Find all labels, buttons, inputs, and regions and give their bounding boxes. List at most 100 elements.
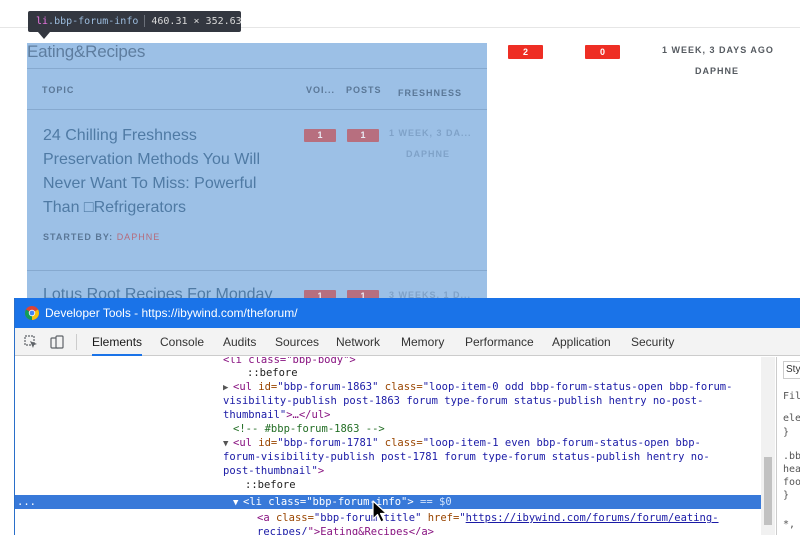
tab-memory[interactable]: Memory bbox=[401, 328, 444, 356]
tooltip-dimensions: 460.31 × 352.63 bbox=[151, 16, 242, 27]
dom-comment: <!-- #bbp-forum-1863 --> bbox=[233, 423, 385, 435]
attr-value: "bbp-forum-1863" bbox=[277, 381, 379, 393]
column-topic: TOPIC bbox=[42, 85, 75, 95]
selected-node-content: ▼ <li class="bbp-forum-info"> == $0 bbox=[233, 495, 452, 510]
attr-value: thumbnail" bbox=[223, 409, 287, 421]
dom-node-line[interactable]: <a class="bbp-forum-title" href="https:/… bbox=[257, 511, 719, 525]
attr-name: id= bbox=[251, 437, 278, 449]
attr-value: "bbp-forum-title" bbox=[313, 512, 422, 524]
inspect-tooltip: li.bbp-forum-info 460.31 × 352.63 bbox=[28, 11, 242, 32]
tab-network[interactable]: Network bbox=[336, 328, 380, 356]
attr-value: visibility-publish post-1863 forum type-… bbox=[223, 395, 704, 407]
console-ref: == $0 bbox=[413, 496, 452, 508]
style-rule-text: *, bbox=[783, 519, 796, 530]
collapse-arrow-icon[interactable]: ▼ bbox=[233, 496, 243, 510]
dom-tag: <li class="bbp-body"> bbox=[223, 357, 356, 366]
dom-node-line: thumbnail">…</ul> bbox=[223, 408, 330, 422]
attr-value: "bbp-forum-1781" bbox=[277, 437, 379, 449]
tab-elements[interactable]: Elements bbox=[92, 328, 143, 356]
attr-value: "bbp-forum-info" bbox=[306, 496, 408, 508]
tab-console[interactable]: Console bbox=[160, 328, 204, 356]
tab-security[interactable]: Security bbox=[631, 328, 674, 356]
started-by-label: STARTED BY: bbox=[43, 232, 114, 242]
device-toolbar-icon[interactable] bbox=[50, 335, 64, 349]
topic-post-count: 1 bbox=[347, 129, 379, 142]
style-rule-text: hea bbox=[783, 464, 800, 475]
dom-selected-node[interactable]: ... ▼ <li class="bbp-forum-info"> == $0 bbox=[15, 495, 761, 509]
topic-freshness-link[interactable]: 1 WEEK, 3 DA... bbox=[389, 128, 472, 138]
tab-performance[interactable]: Performance bbox=[465, 328, 534, 356]
style-rule-text: } bbox=[783, 490, 790, 501]
attr-value: "loop-item-1 even bbp-forum-status-open … bbox=[422, 437, 701, 449]
topic-started-by: STARTED BY: DAPHNE bbox=[43, 232, 160, 242]
dom-tag: <li bbox=[243, 496, 262, 508]
inspect-element-icon[interactable] bbox=[24, 335, 38, 349]
collapse-arrow-icon[interactable]: ▼ bbox=[223, 437, 233, 451]
dom-node-line: recipes/">Eating&Recipes</a> bbox=[257, 525, 434, 535]
chrome-logo-icon bbox=[25, 306, 39, 320]
forum-topic-count-badge: 2 bbox=[508, 45, 543, 59]
dom-node-line: forum-visibility-publish post-1781 forum… bbox=[223, 450, 710, 464]
forum-freshness-user[interactable]: DAPHNE bbox=[695, 66, 739, 76]
attr-name: class= bbox=[378, 437, 423, 449]
tab-sources[interactable]: Sources bbox=[275, 328, 319, 356]
style-rule-text: } bbox=[783, 427, 790, 438]
topics-table-header: TOPIC VOI... POSTS FRESHNESS bbox=[27, 68, 487, 110]
column-posts: POSTS bbox=[346, 85, 382, 95]
attr-value: "loop-item-0 odd bbp-forum-status-open b… bbox=[422, 381, 733, 393]
tooltip-arrow bbox=[38, 32, 50, 39]
attr-name: href= bbox=[421, 512, 460, 524]
dom-tag: <a bbox=[257, 512, 270, 524]
forum-freshness-link[interactable]: 1 WEEK, 3 DAYS AGO bbox=[662, 45, 774, 55]
tab-audits[interactable]: Audits bbox=[223, 328, 256, 356]
dom-tag: <ul bbox=[233, 381, 252, 393]
browser-viewport: Eating&Recipes TOPIC VOI... POSTS FRESHN… bbox=[0, 0, 800, 535]
styles-tab[interactable]: Sty bbox=[783, 361, 800, 379]
attr-name: id= bbox=[251, 381, 278, 393]
style-rule-text: .bb bbox=[783, 451, 800, 462]
devtools-window: Developer Tools - https://ibywind.com/th… bbox=[14, 298, 800, 535]
tooltip-tag: li bbox=[36, 16, 49, 27]
dom-comment-line[interactable]: <!-- #bbp-forum-1863 --> bbox=[233, 422, 385, 436]
dom-pseudo-before[interactable]: ::before bbox=[245, 478, 296, 492]
tab-bar-divider bbox=[76, 334, 77, 350]
devtools-title-bar: Developer Tools - https://ibywind.com/th… bbox=[15, 298, 800, 328]
style-rule-text: ele bbox=[783, 413, 800, 424]
topic-title-link[interactable]: 24 Chilling Freshness Preservation Metho… bbox=[43, 124, 283, 220]
devtools-window-title: Developer Tools - https://ibywind.com/th… bbox=[45, 306, 298, 320]
dom-tag: <ul bbox=[233, 437, 252, 449]
pseudo-element: ::before bbox=[247, 367, 298, 379]
dom-tag: > bbox=[317, 465, 325, 477]
scrollbar-thumb[interactable] bbox=[764, 457, 772, 525]
dom-tag: >…</ul> bbox=[286, 409, 331, 421]
more-actions-ellipsis-icon[interactable]: ... bbox=[17, 495, 36, 509]
forum-title-link[interactable]: Eating&Recipes bbox=[27, 42, 145, 62]
tab-application[interactable]: Application bbox=[552, 328, 611, 356]
tooltip-separator bbox=[144, 15, 146, 27]
topic-voice-count: 1 bbox=[304, 129, 336, 142]
topic-author-link[interactable]: DAPHNE bbox=[117, 232, 161, 242]
dom-node-line: visibility-publish post-1863 forum type-… bbox=[223, 394, 703, 408]
tooltip-class: .bbp-forum-info bbox=[48, 16, 139, 27]
dom-node-line[interactable]: ▶ <ul id="bbp-forum-1863" class="loop-ite… bbox=[223, 380, 732, 394]
expand-arrow-icon[interactable]: ▶ bbox=[223, 381, 233, 395]
devtools-tab-bar: Elements Console Audits Sources Network … bbox=[15, 328, 800, 356]
styles-sidebar: Sty Filte ele } .bb hea foo } *, bbox=[776, 357, 800, 535]
dom-tag: ">Eating&Recipes</a> bbox=[307, 526, 435, 535]
column-freshness: FRESHNESS bbox=[398, 88, 463, 98]
dom-pseudo-before[interactable]: ::before bbox=[247, 366, 298, 380]
href-link[interactable]: recipes/ bbox=[257, 526, 308, 535]
elements-scrollbar[interactable] bbox=[761, 357, 775, 535]
style-rule-text: foo bbox=[783, 477, 800, 488]
styles-filter-input[interactable]: Filte bbox=[783, 391, 800, 402]
topic-freshness-user[interactable]: DAPHNE bbox=[406, 149, 450, 159]
attr-name: class= bbox=[261, 496, 307, 508]
attr-value: forum-visibility-publish post-1781 forum… bbox=[223, 451, 710, 463]
pseudo-element: ::before bbox=[245, 479, 296, 491]
dom-node-line: post-thumbnail"> bbox=[223, 464, 324, 478]
elements-dom-tree[interactable]: <li class="bbp-body"> ::before ▶ <ul id="… bbox=[15, 357, 761, 535]
attr-name: class= bbox=[378, 381, 423, 393]
href-link[interactable]: https://ibywind.com/forums/forum/eating- bbox=[466, 512, 719, 524]
dom-node-line[interactable]: ▼ <ul id="bbp-forum-1781" class="loop-ite… bbox=[223, 436, 701, 450]
topic-row-divider bbox=[27, 270, 487, 271]
